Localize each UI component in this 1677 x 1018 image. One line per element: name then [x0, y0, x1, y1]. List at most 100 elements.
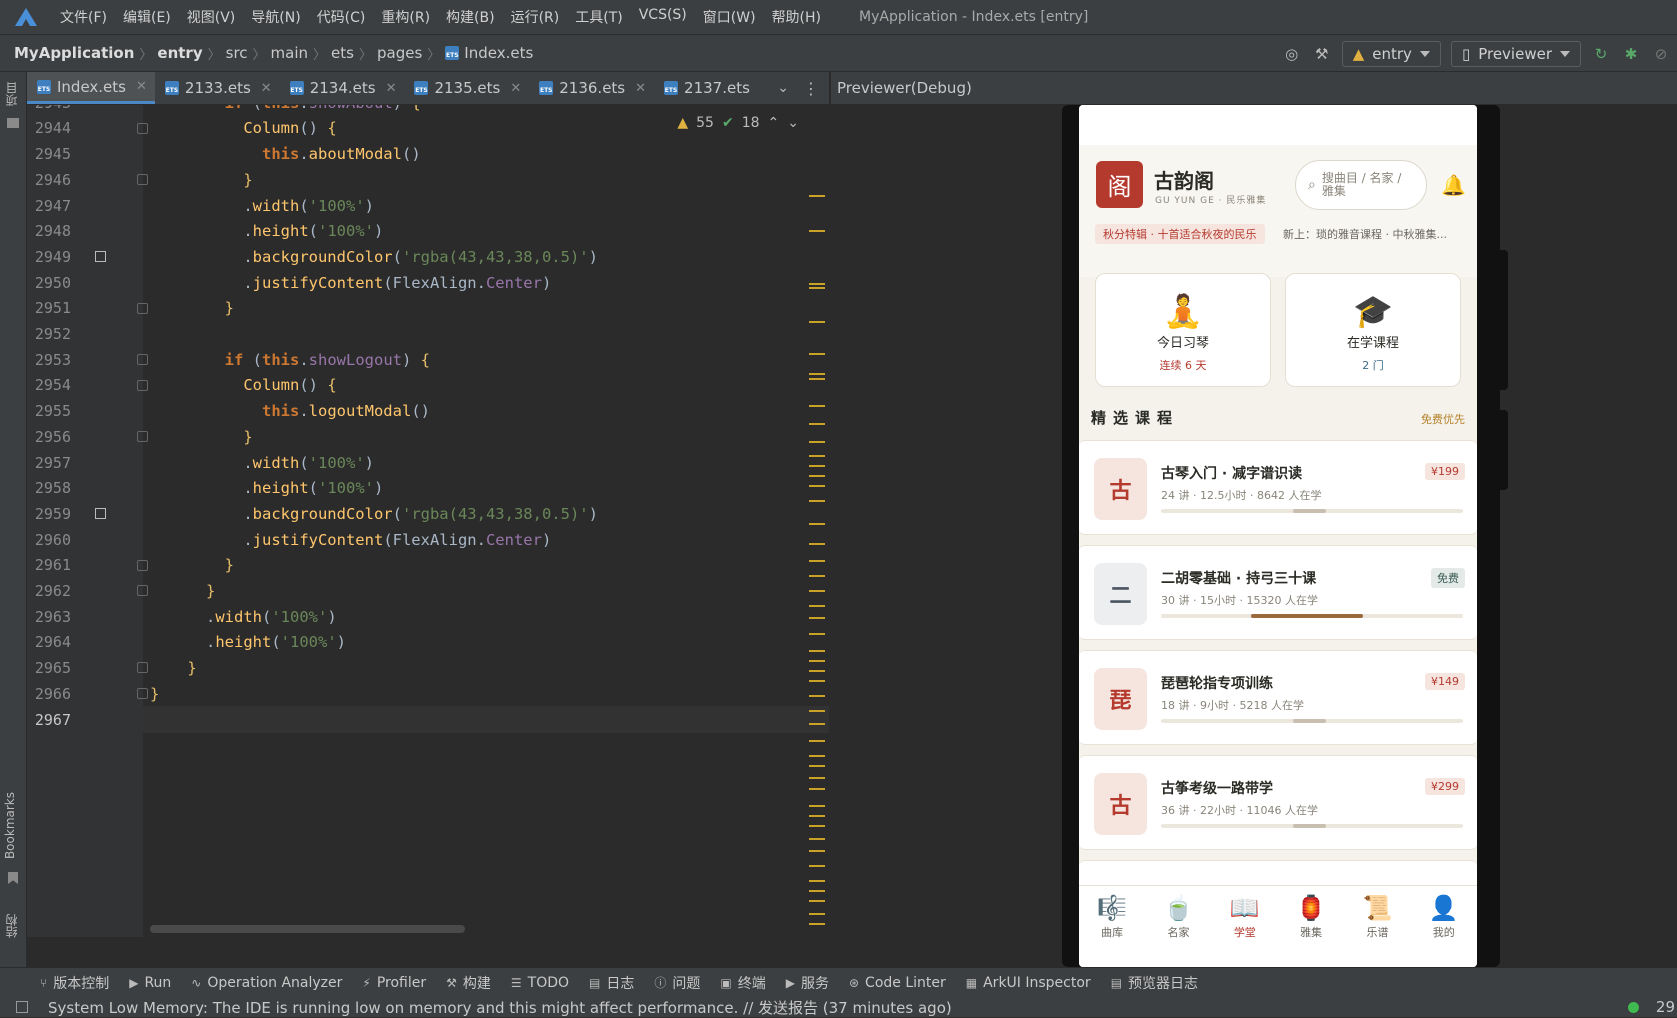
editor-tab[interactable]: ETS 2133.ets ✕ [155, 72, 280, 104]
more-icon[interactable]: ⋮ [803, 79, 819, 98]
menu-item[interactable]: VCS(S) [631, 7, 695, 27]
error-stripe-mark[interactable] [809, 465, 825, 467]
error-stripe-mark[interactable] [809, 880, 825, 882]
layout-icon[interactable] [16, 1001, 28, 1013]
error-stripe-mark[interactable] [809, 575, 825, 577]
tool-window-button[interactable]: ▶ Run [129, 975, 171, 991]
error-stripe-mark[interactable] [809, 890, 825, 892]
breadcrumb-item[interactable]: MyApplication [14, 44, 134, 62]
close-icon[interactable]: ✕ [136, 79, 147, 94]
status-message[interactable]: System Low Memory: The IDE is running lo… [48, 997, 952, 1018]
phone-screen[interactable]: 阁 古韵阁 GU YUN GE · 民乐雅集 ⌕ 搜曲目 / 名家 / 雅集 🔔… [1079, 105, 1477, 967]
error-stripe-mark[interactable] [809, 815, 825, 817]
error-stripe-mark[interactable] [809, 913, 825, 915]
error-stripe-mark[interactable] [809, 633, 825, 635]
error-stripe-mark[interactable] [809, 740, 825, 742]
error-stripe-mark[interactable] [809, 660, 825, 662]
tool-window-button[interactable]: ⓘ 问题 [654, 973, 700, 993]
error-stripe-mark[interactable] [809, 230, 825, 232]
close-icon[interactable]: ✕ [635, 81, 646, 96]
error-stripe-mark[interactable] [809, 590, 825, 592]
error-stripe-mark[interactable] [809, 838, 825, 840]
tool-window-button[interactable]: ▣ 终端 [720, 973, 765, 993]
menu-item[interactable]: 视图(V) [179, 7, 244, 27]
code-editor[interactable]: 2943 if (this.showAbout) {2944 Column() … [27, 105, 829, 937]
error-stripe-mark[interactable] [809, 195, 825, 197]
error-stripe-mark[interactable] [809, 723, 825, 725]
module-selector[interactable]: ▲ entry [1341, 41, 1441, 67]
bottom-tab[interactable]: 👤 我的 [1416, 894, 1472, 967]
inspection-widget[interactable]: ▲ 55 ✔ 18 ⌃ ⌄ [677, 115, 799, 131]
bottom-tab[interactable]: 🎼 曲库 [1084, 894, 1140, 967]
error-stripe-mark[interactable] [809, 710, 825, 712]
target-icon[interactable]: ◎ [1282, 44, 1302, 64]
debug-icon[interactable]: ✱ [1621, 44, 1641, 64]
error-stripe-mark[interactable] [809, 695, 825, 697]
news-ticker[interactable]: 新上：琐的雅音课程 · 中秋雅集... [1283, 226, 1447, 242]
summary-card[interactable]: 🎓 在学课程 2 门 [1285, 273, 1461, 387]
error-stripe-mark[interactable] [809, 423, 825, 425]
bottom-tab[interactable]: 📖 学堂 [1217, 894, 1273, 967]
attach-debugger-icon[interactable]: ⊘ [1651, 44, 1671, 64]
error-stripe-mark[interactable] [809, 825, 825, 827]
bottom-tab[interactable]: 🏮 雅集 [1283, 894, 1339, 967]
tool-window-button[interactable]: ⚒ 构建 [446, 973, 491, 993]
course-card[interactable]: 古古筝考级一路带学 36 讲 · 22小时 · 11046 人在学 ¥299 [1079, 755, 1477, 850]
breadcrumb-item[interactable]: ets [331, 44, 354, 62]
error-stripe-mark[interactable] [809, 805, 825, 807]
color-swatch-icon[interactable] [95, 508, 106, 520]
close-icon[interactable]: ✕ [261, 81, 272, 96]
error-stripe-mark[interactable] [809, 650, 825, 652]
editor-tab[interactable]: ETS 2136.ets ✕ [529, 72, 654, 104]
breadcrumb-item[interactable]: entry [157, 44, 202, 62]
rerun-icon[interactable]: ↻ [1591, 44, 1611, 64]
structure-tool-button[interactable]: 结构 [3, 914, 20, 938]
error-stripe-mark[interactable] [809, 543, 825, 545]
tool-window-button[interactable]: ▤ 预览器日志 [1111, 973, 1198, 993]
breadcrumb-item[interactable]: main [271, 44, 308, 62]
course-card[interactable]: 古古琴入门 · 减字谱识读 24 讲 · 12.5小时 · 8642 人在学 ¥19… [1079, 440, 1477, 535]
menu-item[interactable]: 代码(C) [309, 7, 374, 27]
menu-item[interactable]: 窗口(W) [695, 7, 764, 27]
tool-window-button[interactable]: ▤ 日志 [589, 973, 634, 993]
menu-item[interactable]: 导航(N) [243, 7, 308, 27]
menu-item[interactable]: 文件(F) [52, 7, 115, 27]
error-stripe-mark[interactable] [809, 605, 825, 607]
horizontal-scrollbar[interactable] [150, 925, 465, 933]
fold-icon[interactable] [137, 302, 148, 314]
chevron-down-icon[interactable]: ⌄ [787, 115, 799, 131]
error-stripe-mark[interactable] [809, 560, 825, 562]
error-stripe-mark[interactable] [809, 455, 825, 457]
error-stripe-mark[interactable] [809, 865, 825, 867]
error-stripe-mark[interactable] [809, 485, 825, 487]
error-stripe-mark[interactable] [809, 321, 825, 323]
bottom-tab[interactable]: 📜 乐谱 [1349, 894, 1405, 967]
error-stripe-mark[interactable] [809, 475, 825, 477]
tool-window-button[interactable]: ∿ Operation Analyzer [191, 975, 342, 991]
promo-tag[interactable]: 秋分特辑 · 十首适合秋夜的民乐 [1095, 224, 1265, 244]
chevron-up-icon[interactable]: ⌃ [768, 115, 780, 131]
breadcrumb-item[interactable]: Index.ets [464, 44, 533, 62]
error-stripe-mark[interactable] [809, 765, 825, 767]
error-stripe-mark[interactable] [809, 788, 825, 790]
error-stripe-mark[interactable] [809, 923, 825, 925]
error-stripe-mark[interactable] [809, 850, 825, 852]
bottom-tab[interactable]: 🍵 名家 [1150, 894, 1206, 967]
tool-window-button[interactable]: ⊛ Code Linter [849, 975, 946, 991]
tool-window-button[interactable]: ▦ ArkUI Inspector [966, 975, 1091, 991]
fold-icon[interactable] [137, 431, 148, 443]
error-stripe-mark[interactable] [809, 283, 825, 285]
fold-icon[interactable] [137, 585, 148, 597]
bookmarks-tool-button[interactable]: Bookmarks [3, 792, 17, 859]
breadcrumb-item[interactable]: pages [377, 44, 422, 62]
tool-window-button[interactable]: ⑂ 版本控制 [40, 973, 109, 993]
fold-icon[interactable] [137, 662, 148, 674]
editor-tab[interactable]: ETS 2137.ets [654, 72, 758, 104]
tool-window-button[interactable]: ☰ TODO [511, 975, 569, 991]
fold-icon[interactable] [137, 688, 148, 700]
tool-window-button[interactable]: ▶ 服务 [786, 973, 829, 993]
device-selector[interactable]: ▯ Previewer [1450, 41, 1581, 67]
course-card[interactable]: 琵琵琶轮指专项训练 18 讲 · 9小时 · 5218 人在学 ¥149 [1079, 650, 1477, 745]
menu-item[interactable]: 编辑(E) [115, 7, 179, 27]
error-stripe-mark[interactable] [809, 353, 825, 355]
